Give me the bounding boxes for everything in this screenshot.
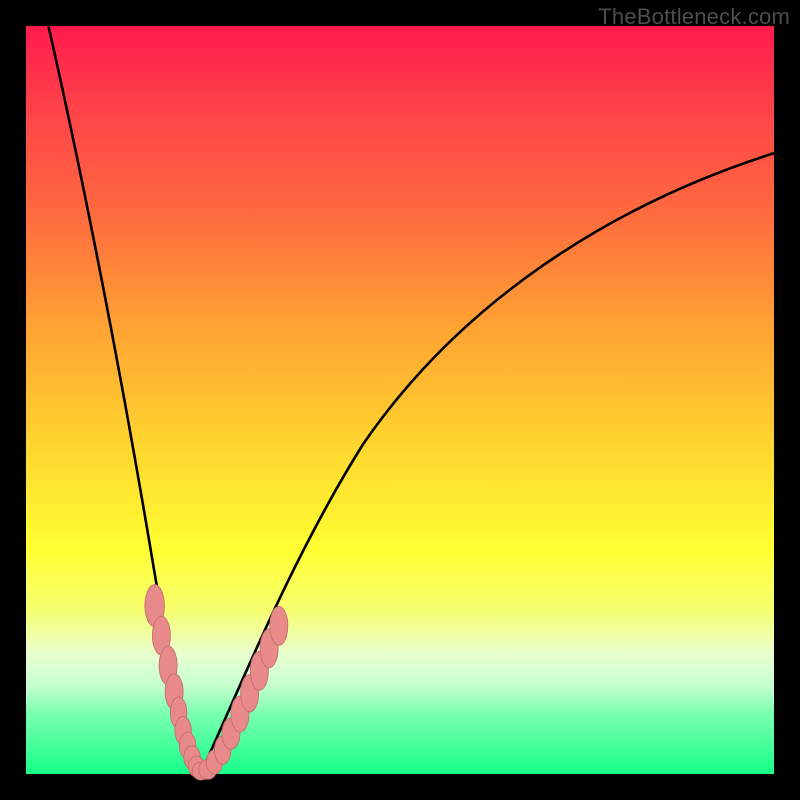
curve-right-branch <box>200 153 774 774</box>
markers-left <box>145 585 210 780</box>
curve-left-branch <box>48 26 200 774</box>
chart-frame: TheBottleneck.com <box>0 0 800 800</box>
markers-right <box>199 606 288 779</box>
chart-svg <box>26 26 774 774</box>
plot-area <box>26 26 774 774</box>
watermark-text: TheBottleneck.com <box>598 4 790 30</box>
markers-right-bead <box>270 606 288 645</box>
